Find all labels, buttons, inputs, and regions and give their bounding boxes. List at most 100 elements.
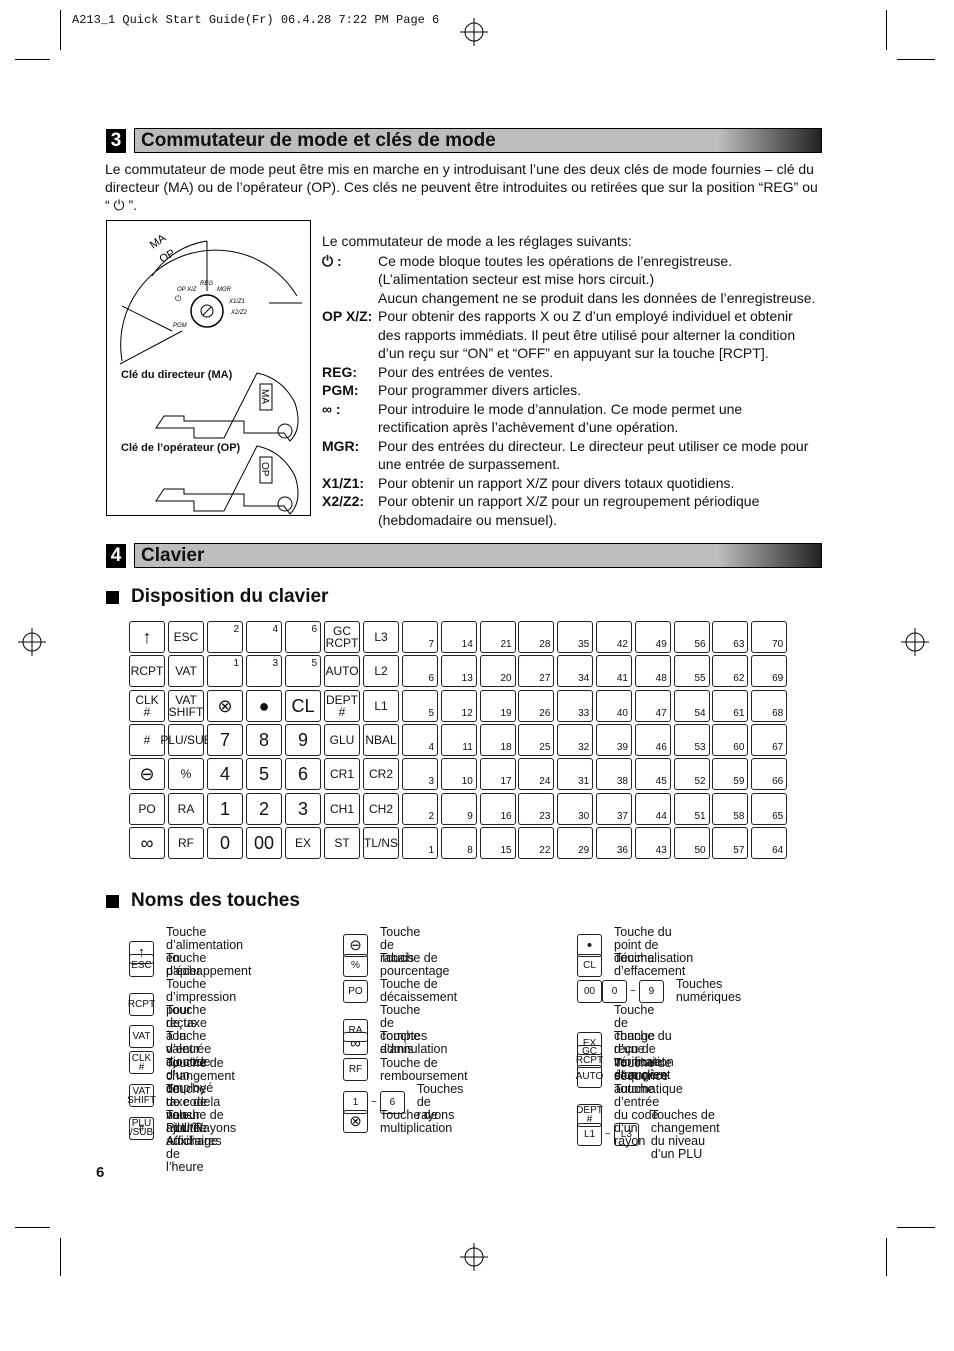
plu-key-28[interactable]: 28 [518, 621, 555, 653]
key-cl[interactable]: CL [285, 689, 321, 722]
plu-key-26[interactable]: 26 [518, 689, 555, 722]
plu-key-47[interactable]: 47 [634, 689, 671, 722]
key--5[interactable]: 5 [285, 655, 321, 688]
key-00[interactable]: 00 [246, 826, 282, 859]
plu-key-52[interactable]: 52 [673, 758, 710, 791]
key-l1[interactable]: L1 [363, 689, 399, 722]
plu-key-11[interactable]: 11 [440, 723, 477, 756]
plu-key-5[interactable]: 5 [402, 689, 438, 722]
key-6[interactable]: 6 [285, 758, 321, 791]
plu-key-65[interactable]: 65 [751, 792, 788, 825]
plu-key-20[interactable]: 20 [479, 655, 516, 688]
plu-key-60[interactable]: 60 [712, 723, 749, 756]
key-glu[interactable]: GLU [324, 723, 360, 756]
plu-key-43[interactable]: 43 [634, 826, 671, 859]
key-dept-[interactable]: DEPT # [324, 689, 360, 722]
plu-key-37[interactable]: 37 [596, 792, 632, 825]
plu-key-45[interactable]: 45 [634, 758, 671, 791]
plu-key-10[interactable]: 10 [440, 758, 477, 791]
key-st[interactable]: ST [324, 826, 360, 859]
plu-key-46[interactable]: 46 [634, 723, 671, 756]
plu-key-70[interactable]: 70 [751, 621, 788, 653]
key--[interactable]: ● [246, 689, 282, 722]
key-2[interactable]: 2 [246, 792, 282, 825]
key--4[interactable]: 4 [246, 621, 282, 653]
plu-key-29[interactable]: 29 [557, 826, 594, 859]
key-po[interactable]: PO [129, 792, 165, 825]
plu-key-25[interactable]: 25 [518, 723, 555, 756]
key-tl-ns[interactable]: TL/NS [363, 826, 399, 859]
key-plu-sub[interactable]: PLU/SUB [160, 723, 212, 756]
key--[interactable]: % [168, 758, 204, 791]
key-8[interactable]: 8 [246, 723, 282, 756]
plu-key-55[interactable]: 55 [673, 655, 710, 688]
key-ch1[interactable]: CH1 [324, 792, 360, 825]
key--3[interactable]: 3 [246, 655, 282, 688]
key-nbal[interactable]: NBAL [363, 723, 399, 756]
key-rcpt[interactable]: RCPT [129, 655, 165, 688]
plu-key-61[interactable]: 61 [712, 689, 749, 722]
plu-key-42[interactable]: 42 [596, 621, 632, 653]
key-esc[interactable]: ESC [168, 621, 204, 653]
plu-key-3[interactable]: 3 [402, 758, 438, 791]
plu-key-57[interactable]: 57 [712, 826, 749, 859]
plu-key-35[interactable]: 35 [557, 621, 594, 653]
key-l3[interactable]: L3 [363, 621, 399, 653]
plu-key-63[interactable]: 63 [712, 621, 749, 653]
plu-key-48[interactable]: 48 [634, 655, 671, 688]
key-0[interactable]: 0 [207, 826, 243, 859]
plu-key-36[interactable]: 36 [596, 826, 632, 859]
plu-key-34[interactable]: 34 [557, 655, 594, 688]
key-rf[interactable]: RF [168, 826, 204, 859]
plu-key-12[interactable]: 12 [440, 689, 477, 722]
key-vat[interactable]: VAT [168, 655, 204, 688]
plu-key-50[interactable]: 50 [673, 826, 710, 859]
key-ra[interactable]: RA [168, 792, 204, 825]
plu-key-6[interactable]: 6 [402, 655, 438, 688]
plu-key-30[interactable]: 30 [557, 792, 594, 825]
plu-key-9[interactable]: 9 [440, 792, 477, 825]
plu-key-51[interactable]: 51 [673, 792, 710, 825]
plu-key-13[interactable]: 13 [440, 655, 477, 688]
plu-key-24[interactable]: 24 [518, 758, 555, 791]
key-gc-rcpt[interactable]: GC RCPT [324, 621, 360, 653]
key--[interactable]: ↑ [129, 621, 165, 653]
plu-key-67[interactable]: 67 [751, 723, 788, 756]
plu-key-33[interactable]: 33 [557, 689, 594, 722]
key-auto[interactable]: AUTO [324, 655, 360, 688]
plu-key-14[interactable]: 14 [440, 621, 477, 653]
plu-key-62[interactable]: 62 [712, 655, 749, 688]
plu-key-21[interactable]: 21 [479, 621, 516, 653]
plu-key-56[interactable]: 56 [673, 621, 710, 653]
key-4[interactable]: 4 [207, 758, 243, 791]
plu-key-68[interactable]: 68 [751, 689, 788, 722]
key--[interactable]: ∞ [129, 826, 165, 859]
plu-key-58[interactable]: 58 [712, 792, 749, 825]
plu-key-16[interactable]: 16 [479, 792, 516, 825]
key-ex[interactable]: EX [285, 826, 321, 859]
plu-key-53[interactable]: 53 [673, 723, 710, 756]
plu-key-59[interactable]: 59 [712, 758, 749, 791]
key-cr1[interactable]: CR1 [324, 758, 360, 791]
key--2[interactable]: 2 [207, 621, 243, 653]
plu-key-41[interactable]: 41 [596, 655, 632, 688]
key-9[interactable]: 9 [285, 723, 321, 756]
plu-key-1[interactable]: 1 [402, 826, 438, 859]
plu-key-15[interactable]: 15 [479, 826, 516, 859]
plu-key-18[interactable]: 18 [479, 723, 516, 756]
plu-key-31[interactable]: 31 [557, 758, 594, 791]
key--[interactable]: ⊖ [129, 758, 165, 791]
key-7[interactable]: 7 [207, 723, 243, 756]
key-vat-shift[interactable]: VAT SHIFT [168, 689, 204, 722]
plu-key-54[interactable]: 54 [673, 689, 710, 722]
plu-key-7[interactable]: 7 [402, 621, 438, 653]
plu-key-2[interactable]: 2 [402, 792, 438, 825]
key-3[interactable]: 3 [285, 792, 321, 825]
plu-key-66[interactable]: 66 [751, 758, 788, 791]
key-l2[interactable]: L2 [363, 655, 399, 688]
key-cr2[interactable]: CR2 [363, 758, 399, 791]
key-ch2[interactable]: CH2 [363, 792, 399, 825]
plu-key-4[interactable]: 4 [402, 723, 438, 756]
plu-key-23[interactable]: 23 [518, 792, 555, 825]
plu-key-49[interactable]: 49 [634, 621, 671, 653]
